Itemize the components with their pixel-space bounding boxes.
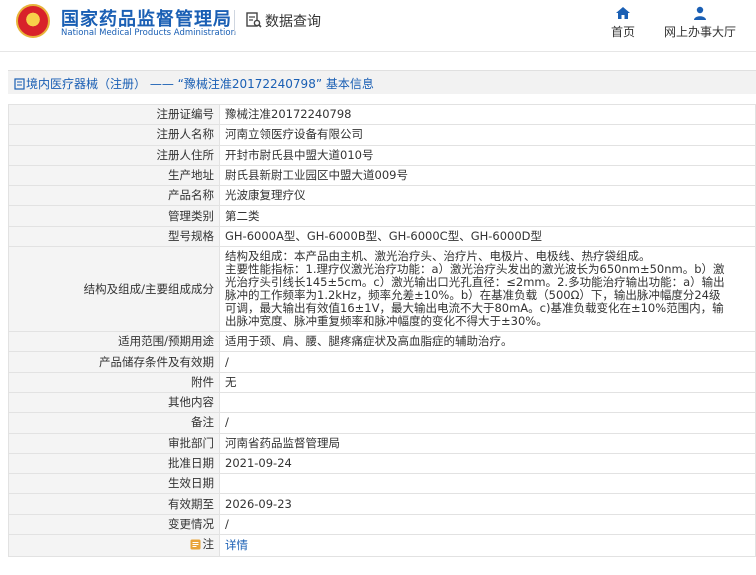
table-row: 附件 无 — [8, 371, 756, 393]
field-value: 适用于颈、肩、腰、腿疼痛症状及高血脂症的辅助治疗。 — [219, 331, 756, 353]
field-value — [219, 391, 756, 414]
note-icon — [190, 539, 201, 553]
breadcrumb-text: 境内医疗器械（注册） —— “豫械注准20172240798” 基本信息 — [26, 77, 374, 91]
table-row: 产品名称 光波康复理疗仪 — [8, 185, 756, 207]
field-label: 适用范围/预期用途 — [8, 331, 220, 353]
nav-home[interactable]: 首页 — [606, 6, 640, 40]
table-row: 结构及组成/主要组成成分 结构及组成：本产品由主机、激光治疗头、治疗片、电极片、… — [8, 246, 756, 333]
nav-online-service-hall-label: 网上办事大厅 — [663, 25, 736, 39]
field-label: 生效日期 — [8, 473, 220, 495]
table-row: 批准日期 2021-09-24 — [8, 452, 756, 475]
field-value: 2021-09-24 — [219, 452, 756, 475]
details-link[interactable]: 详情 — [225, 538, 248, 552]
search-document-icon — [246, 12, 262, 32]
breadcrumb: 境内医疗器械（注册） —— “豫械注准20172240798” 基本信息 — [14, 75, 374, 93]
document-icon — [14, 78, 25, 93]
field-value: 光波康复理疗仪 — [219, 185, 756, 207]
field-value: 2026-09-23 — [219, 493, 756, 515]
field-label: 注册人名称 — [8, 124, 220, 146]
note-value-cell: 详情 — [219, 534, 756, 558]
table-row: 注册人名称 河南立领医疗设备有限公司 — [8, 124, 756, 146]
field-label: 注 — [202, 537, 215, 552]
field-label: 结构及组成/主要组成成分 — [8, 246, 220, 333]
field-value: 河南省药品监督管理局 — [219, 432, 756, 454]
field-value: / — [219, 513, 756, 536]
field-label: 有效期至 — [8, 493, 220, 515]
user-icon — [658, 6, 742, 20]
table-row: 生产地址 尉氏县新尉工业园区中盟大道009号 — [8, 164, 756, 187]
table-row: 备注 / — [8, 412, 756, 434]
breadcrumb-bar: 境内医疗器械（注册） —— “豫械注准20172240798” 基本信息 — [8, 70, 756, 94]
national-emblem-icon: ★ — [16, 4, 50, 38]
table-row: 产品储存条件及有效期 / — [8, 351, 756, 373]
field-label: 管理类别 — [8, 205, 220, 227]
field-value — [219, 473, 756, 495]
field-value-multiline: 结构及组成：本产品由主机、激光治疗头、治疗片、电极片、电极线、热疗袋组成。 主要… — [219, 246, 756, 333]
nav-home-label: 首页 — [610, 25, 635, 39]
field-label: 其他内容 — [8, 391, 220, 414]
field-label: 型号规格 — [8, 225, 220, 248]
table-row: 适用范围/预期用途 适用于颈、肩、腰、腿疼痛症状及高血脂症的辅助治疗。 — [8, 331, 756, 353]
composition-line: 出脉冲宽度、脉冲重复频率和脉冲幅度的变化不得大于±30%。 — [225, 314, 548, 329]
site-header: ★ 国家药品监督管理局 National Medical Products Ad… — [0, 0, 756, 52]
field-label: 审批部门 — [8, 432, 220, 454]
field-value: / — [219, 351, 756, 373]
table-row: 审批部门 河南省药品监督管理局 — [8, 432, 756, 454]
field-label: 备注 — [8, 412, 220, 434]
header-divider — [234, 10, 235, 34]
field-value: 开封市尉氏县中盟大道010号 — [219, 144, 756, 166]
table-row: 注册证编号 豫械注准20172240798 — [8, 103, 756, 126]
field-label: 批准日期 — [8, 452, 220, 475]
device-info-table: 注册证编号 豫械注准20172240798 注册人名称 河南立领医疗设备有限公司… — [8, 103, 756, 558]
field-value: 无 — [219, 371, 756, 393]
table-row: 生效日期 — [8, 473, 756, 495]
table-row: 管理类别 第二类 — [8, 205, 756, 227]
field-value: / — [219, 412, 756, 434]
field-label: 变更情况 — [8, 513, 220, 536]
field-label: 产品名称 — [8, 185, 220, 207]
data-query-label: 数据查询 — [265, 14, 321, 30]
note-label-cell: 注 — [8, 534, 220, 558]
field-label: 附件 — [8, 371, 220, 393]
table-row: 变更情况 / — [8, 513, 756, 536]
table-row: 注册人住所 开封市尉氏县中盟大道010号 — [8, 144, 756, 166]
field-label: 生产地址 — [8, 164, 220, 187]
field-value: 河南立领医疗设备有限公司 — [219, 124, 756, 146]
field-label: 注册人住所 — [8, 144, 220, 166]
home-icon — [606, 6, 640, 20]
site-subtitle: National Medical Products Administration — [61, 28, 236, 38]
table-row: 其他内容 — [8, 391, 756, 414]
nav-online-service-hall[interactable]: 网上办事大厅 — [658, 6, 742, 40]
field-value: GH-6000A型、GH-6000B型、GH-6000C型、GH-6000D型 — [219, 225, 756, 248]
field-value: 第二类 — [219, 205, 756, 227]
field-label: 注册证编号 — [8, 103, 220, 126]
field-value: 豫械注准20172240798 — [219, 103, 756, 126]
field-label: 产品储存条件及有效期 — [8, 351, 220, 373]
table-row: 注 详情 — [8, 534, 756, 558]
field-value: 尉氏县新尉工业园区中盟大道009号 — [219, 164, 756, 187]
table-row: 型号规格 GH-6000A型、GH-6000B型、GH-6000C型、GH-60… — [8, 225, 756, 248]
data-query-link[interactable]: 数据查询 — [246, 11, 321, 32]
table-row: 有效期至 2026-09-23 — [8, 493, 756, 515]
